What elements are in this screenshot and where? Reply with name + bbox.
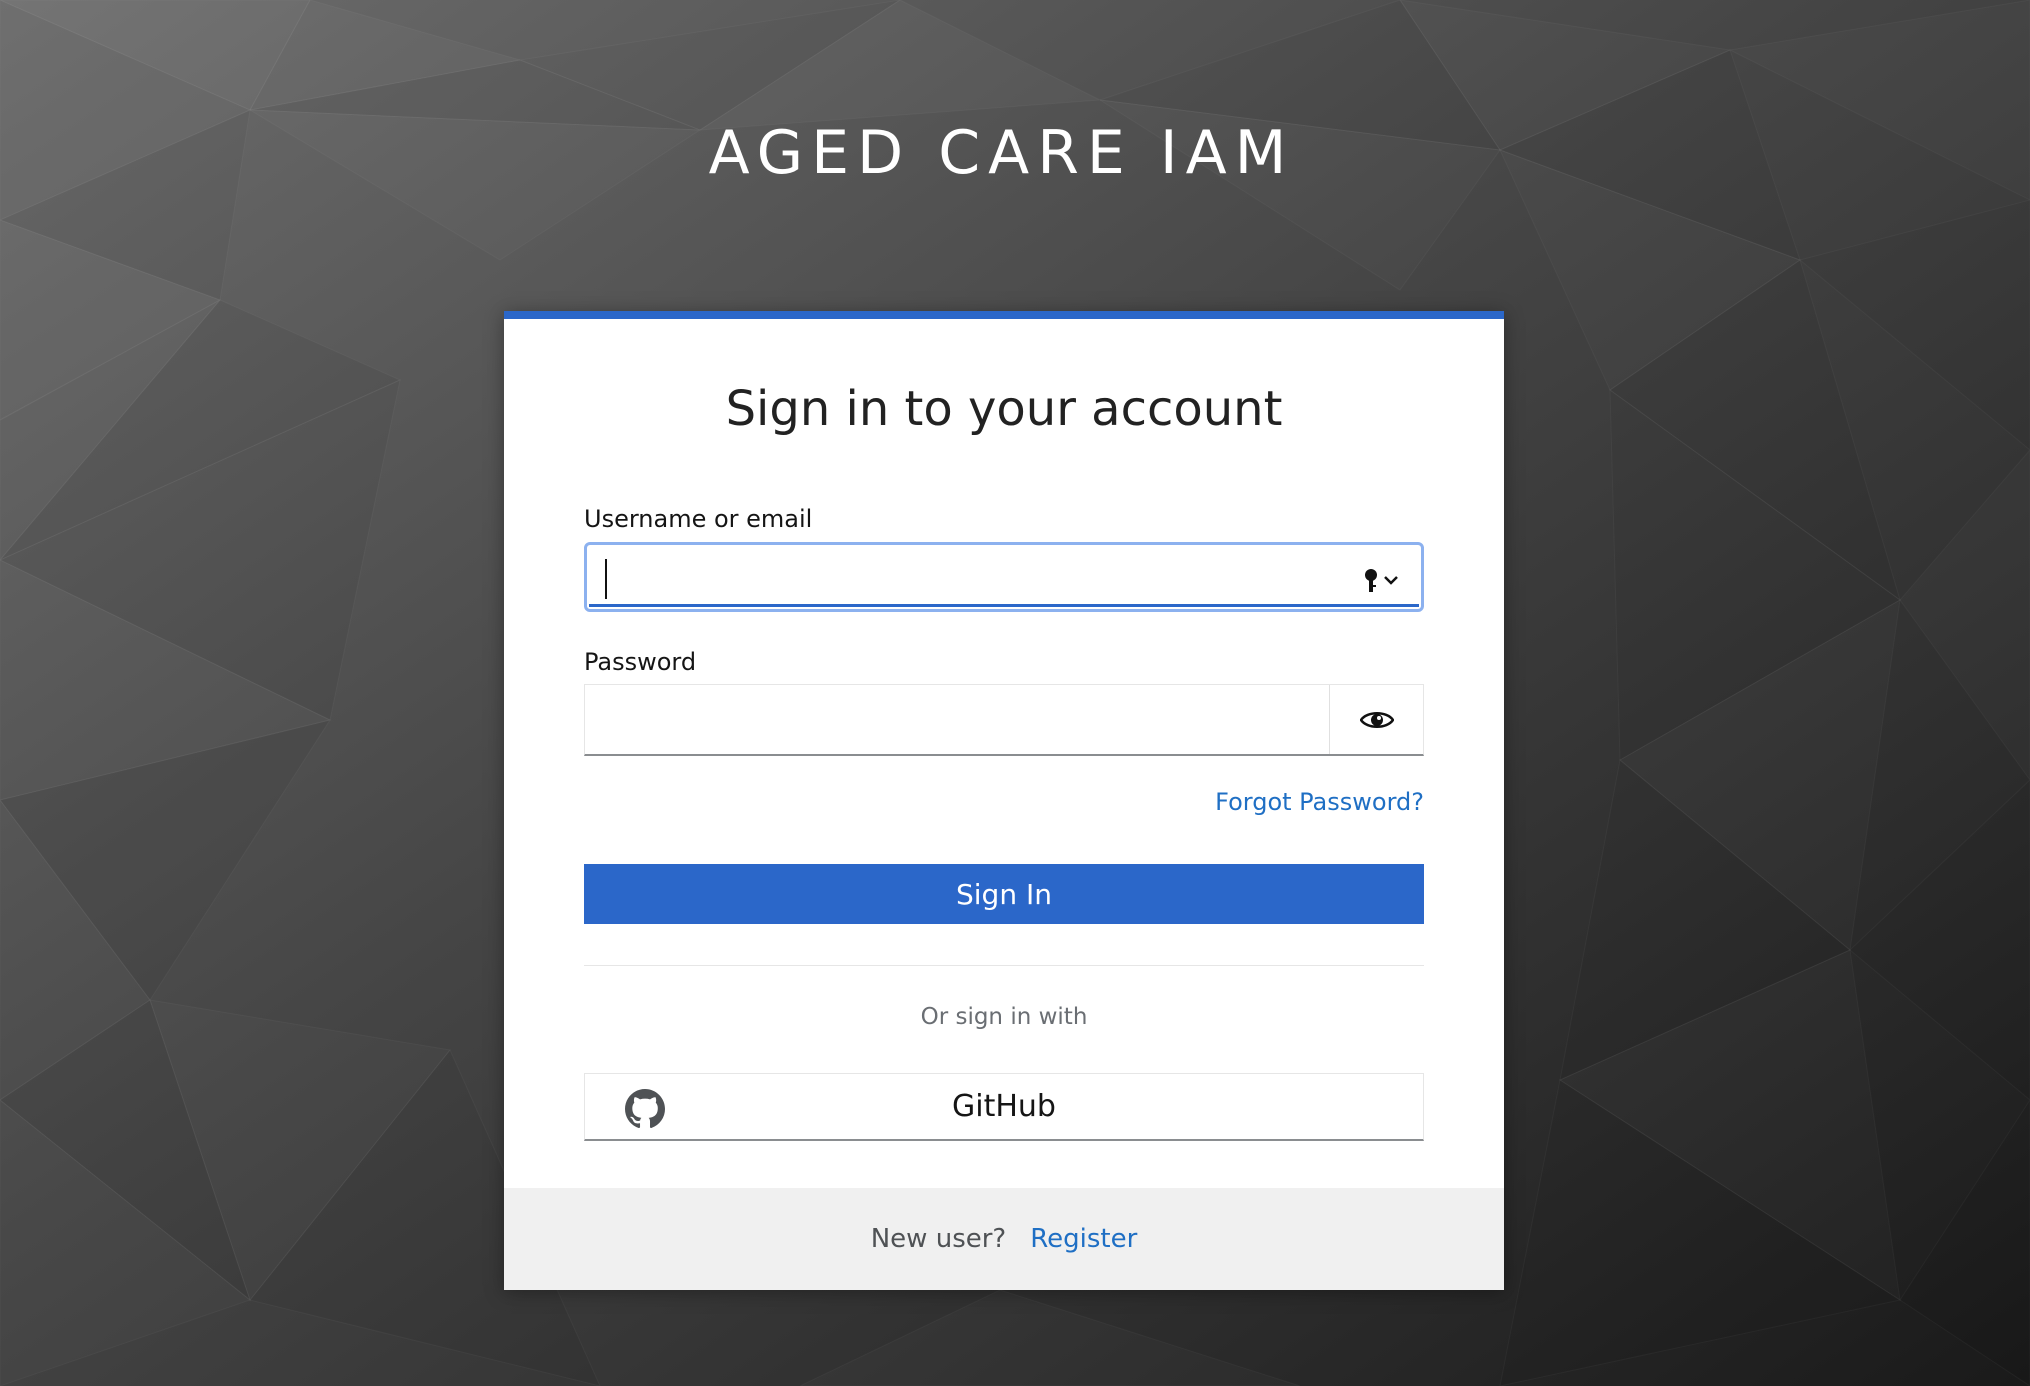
password-manager-key-icon[interactable] [1359, 567, 1403, 593]
password-label: Password [584, 648, 697, 676]
github-label: GitHub [952, 1089, 1056, 1124]
page-title: Sign in to your account [725, 381, 1283, 437]
forgot-password-link[interactable]: Forgot Password? [1215, 788, 1424, 816]
text-caret [605, 559, 607, 599]
login-card: Sign in to your account Username or emai… [504, 311, 1504, 1290]
realm-title: AGED CARE IAM [708, 118, 1295, 188]
username-input[interactable] [587, 545, 1421, 609]
social-login-heading: Or sign in with [920, 1004, 1088, 1030]
eye-icon [1359, 711, 1394, 728]
password-field-container [584, 684, 1424, 756]
username-field-container [584, 542, 1424, 612]
new-user-text: New user? [870, 1224, 1007, 1254]
registration-footer: New user? Register [504, 1188, 1504, 1290]
github-login-button[interactable]: GitHub [584, 1073, 1424, 1141]
divider [584, 965, 1424, 966]
username-label: Username or email [584, 505, 813, 533]
show-password-button[interactable] [1329, 685, 1423, 754]
password-input[interactable] [585, 685, 1330, 754]
sign-in-button[interactable]: Sign In [584, 864, 1424, 924]
register-link[interactable]: Register [1030, 1224, 1137, 1254]
